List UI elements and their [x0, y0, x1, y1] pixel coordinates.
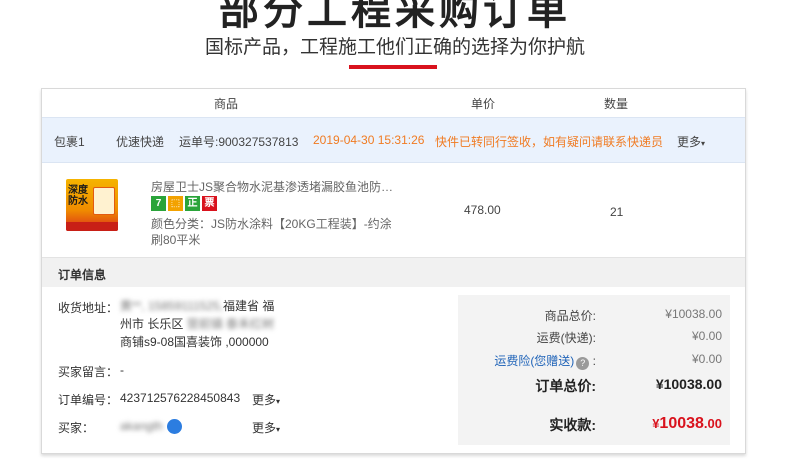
product-row: 深度防水 房屋卫士JS聚合物水泥基渗透堵漏胶鱼池防水涂料 7 ⬚ 正票 颜色分类：J…: [42, 163, 745, 257]
product-image[interactable]: 深度防水: [66, 179, 118, 231]
authentic-icon: 正: [185, 196, 200, 211]
insurance-colon: :: [592, 354, 596, 368]
tracking-number: 运单号:900327537813: [179, 135, 299, 149]
seven-day-return-icon: 7: [151, 196, 166, 211]
image-band: [66, 222, 118, 231]
address-line1: 福建省 福: [222, 299, 275, 313]
buyer-more-link[interactable]: 更多▾: [252, 419, 280, 436]
order-info-heading: 订单信息: [42, 257, 745, 287]
guarantee-icon: ⬚: [168, 196, 183, 211]
order-number-label: 订单编号：: [58, 393, 119, 407]
order-total-value: ¥10038.00: [655, 376, 722, 392]
insurance-label[interactable]: 运费险(您赠送)? :: [494, 352, 596, 370]
paid-row: 实收款: ¥10038.00: [458, 415, 730, 435]
col-quantity: 数量: [604, 97, 629, 111]
package-label: 包裹1: [54, 135, 85, 149]
order-info-title: 订单信息: [58, 268, 107, 282]
paid-integer: 10038: [659, 415, 704, 432]
table-header: 商品 单价 数量: [42, 89, 745, 117]
delivery-status: 快件已转同行签收，如有疑问请联系快递员: [435, 135, 664, 149]
paid-decimal: .00: [703, 416, 722, 431]
shipping-label: 运费(快递):: [536, 331, 596, 345]
product-spec: 颜色分类：JS防水涂料【20KG工程装】-约涂刷80平米: [151, 217, 392, 247]
hero-accent-bar: [349, 65, 437, 69]
order-total-row: 订单总价: ¥10038.00: [458, 376, 730, 396]
product-quantity: 21: [610, 205, 624, 219]
address-line2: 州市 长乐区: [120, 317, 184, 331]
hero-subtitle: 国标产品，工程施工他们正确的选择为你护航: [204, 36, 585, 58]
price-summary: 商品总价: ¥10038.00 运费(快递): ¥0.00 运费险(您赠送)? …: [458, 295, 730, 445]
col-price: 单价: [471, 97, 496, 111]
question-icon[interactable]: ?: [576, 357, 590, 370]
chat-icon[interactable]: [167, 419, 182, 434]
goods-total-row: 商品总价: ¥10038.00: [458, 307, 730, 327]
hero-title: 部分工程采购订单: [219, 0, 571, 34]
paid-label: 实收款:: [549, 417, 596, 433]
goods-total-value: ¥10038.00: [665, 307, 722, 321]
order-number-value: 423712576228450843: [120, 391, 241, 405]
product-price: 478.00: [464, 203, 501, 217]
buyer-name: akangth: [120, 419, 163, 433]
delivery-time: 2019-04-30 15:31:26: [313, 133, 425, 147]
col-product: 商品: [214, 97, 239, 111]
message-value: -: [120, 363, 124, 377]
order-info-details: 收货地址： 黄**, 15859111525,福建省 福 州市 长乐区 营前镇 …: [42, 287, 458, 453]
insurance-row: 运费险(您赠送)? : ¥0.00: [458, 352, 730, 372]
shipping-address: 黄**, 15859111525,福建省 福 州市 长乐区 营前镇 泰禾红树 商…: [120, 297, 290, 351]
buyer-more-label: 更多: [252, 421, 277, 435]
address-line3: 商铺s9-08国喜装饰 ,000000: [120, 335, 269, 349]
chevron-down-icon: ▾: [701, 139, 706, 148]
product-title-link[interactable]: 房屋卫士JS聚合物水泥基渗透堵漏胶鱼池防水涂料: [151, 178, 396, 195]
invoice-icon: 票: [202, 196, 217, 211]
package-bar: 包裹1 优速快递 运单号:900327537813 2019-04-30 15:…: [42, 117, 745, 163]
chevron-down-icon: ▾: [276, 425, 281, 434]
message-label: 买家留言：: [58, 365, 119, 379]
order-more-link[interactable]: 更多▾: [252, 391, 280, 408]
insurance-value: ¥0.00: [691, 352, 722, 366]
product-image-text: 深度防水: [68, 185, 88, 207]
address-label: 收货地址：: [58, 301, 119, 315]
order-more-label: 更多: [252, 393, 277, 407]
bucket-icon: [93, 187, 115, 215]
shipping-row: 运费(快递): ¥0.00: [458, 329, 730, 349]
order-total-label: 订单总价:: [535, 378, 596, 394]
service-badges: 7 ⬚ 正票: [151, 195, 219, 211]
address-masked: 黄**, 15859111525,: [120, 299, 223, 313]
chevron-down-icon: ▾: [276, 397, 281, 406]
goods-total-label: 商品总价:: [544, 309, 596, 323]
order-panel: 商品 单价 数量 包裹1 优速快递 运单号:900327537813 2019-…: [41, 88, 746, 454]
address-line2-masked: 营前镇 泰禾红树: [186, 317, 275, 331]
package-more-link[interactable]: 更多▾: [677, 133, 705, 150]
more-label: 更多: [677, 135, 702, 149]
insurance-link[interactable]: 运费险(您赠送): [494, 354, 574, 368]
carrier-name: 优速快递: [116, 135, 165, 149]
shipping-value: ¥0.00: [691, 329, 722, 343]
buyer-label: 买家：: [58, 421, 95, 435]
paid-amount: ¥10038.00: [652, 415, 722, 433]
